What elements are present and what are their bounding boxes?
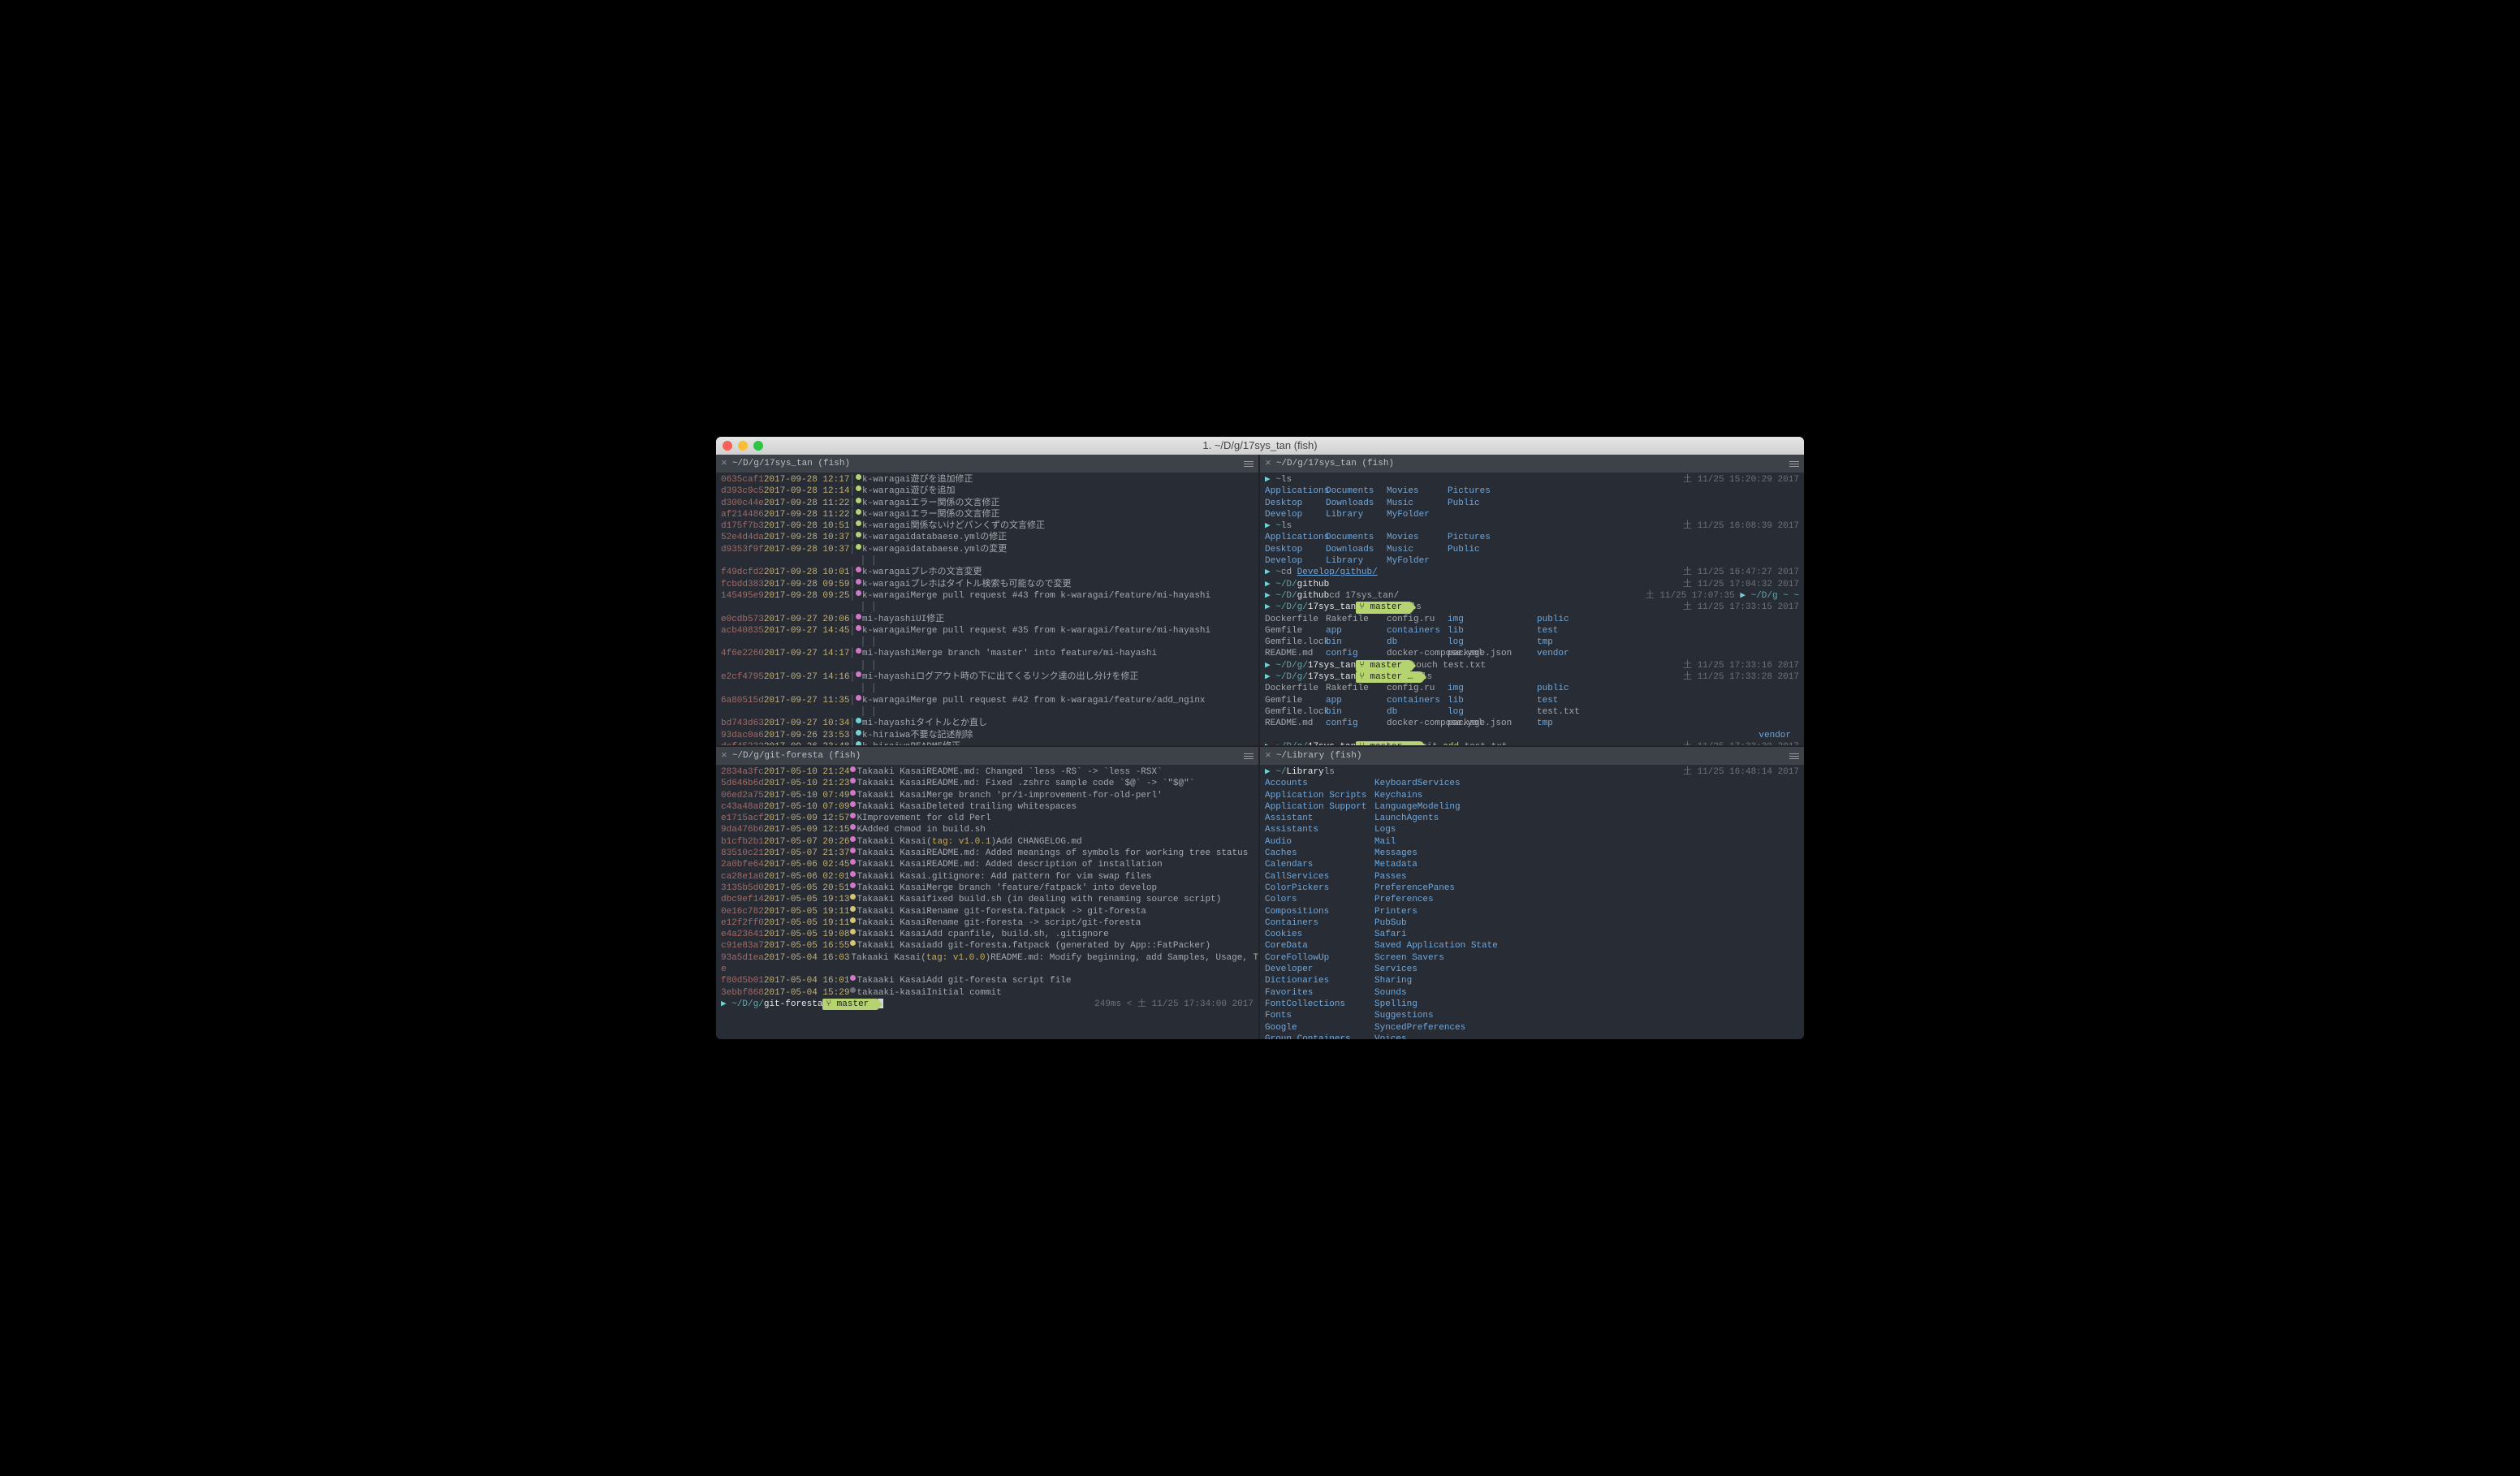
close-tab-icon[interactable]: × (721, 457, 727, 471)
window-title: 1. ~/D/g/17sys_tan (fish) (716, 439, 1804, 453)
hamburger-icon[interactable] (1789, 753, 1799, 759)
terminal-window: 1. ~/D/g/17sys_tan (fish) × ~/D/g/17sys_… (716, 437, 1804, 1039)
traffic-lights (723, 441, 763, 451)
minimize-window-button[interactable] (738, 441, 748, 451)
split-panes: × ~/D/g/17sys_tan (fish) 0635caf1 2017-0… (716, 455, 1804, 1039)
pane-top-left[interactable]: × ~/D/g/17sys_tan (fish) 0635caf1 2017-0… (716, 455, 1260, 747)
tab-bar: × ~/D/g/17sys_tan (fish) (716, 455, 1258, 473)
pane-bottom-right[interactable]: × ~/Library (fish) ▶ ~/Library ls土 11/25… (1260, 747, 1804, 1039)
shell-session[interactable]: ▶ ~ ls土 11/25 15:20:29 2017ApplicationsD… (1260, 473, 1804, 745)
tab-title: ~/D/g/17sys_tan (fish) (1276, 458, 1394, 469)
tab-bar: × ~/D/g/git-foresta (fish) (716, 747, 1258, 765)
hamburger-icon[interactable] (1789, 461, 1799, 467)
zoom-window-button[interactable] (753, 441, 763, 451)
tab-title: ~/Library (fish) (1276, 750, 1362, 762)
ls-output[interactable]: ▶ ~/Library ls土 11/25 16:48:14 2017Accou… (1260, 765, 1804, 1039)
pane-top-right[interactable]: × ~/D/g/17sys_tan (fish) ▶ ~ ls土 11/25 1… (1260, 455, 1804, 747)
close-tab-icon[interactable]: × (1265, 749, 1271, 763)
tab-bar: × ~/Library (fish) (1260, 747, 1804, 765)
close-window-button[interactable] (723, 441, 732, 451)
git-log-output[interactable]: 0635caf1 2017-09-28 12:17 │ k-waragai 遊び… (716, 473, 1258, 745)
pane-bottom-left[interactable]: × ~/D/g/git-foresta (fish) 2834a3fc 2017… (716, 747, 1260, 1039)
hamburger-icon[interactable] (1244, 753, 1254, 759)
git-log-output[interactable]: 2834a3fc 2017-05-10 21:24 Takaaki Kasai … (716, 765, 1258, 1039)
tab-title: ~/D/g/17sys_tan (fish) (732, 458, 850, 469)
titlebar[interactable]: 1. ~/D/g/17sys_tan (fish) (716, 437, 1804, 455)
tab-title: ~/D/g/git-foresta (fish) (732, 750, 861, 762)
close-tab-icon[interactable]: × (1265, 457, 1271, 471)
hamburger-icon[interactable] (1244, 461, 1254, 467)
tab-bar: × ~/D/g/17sys_tan (fish) (1260, 455, 1804, 473)
close-tab-icon[interactable]: × (721, 749, 727, 763)
